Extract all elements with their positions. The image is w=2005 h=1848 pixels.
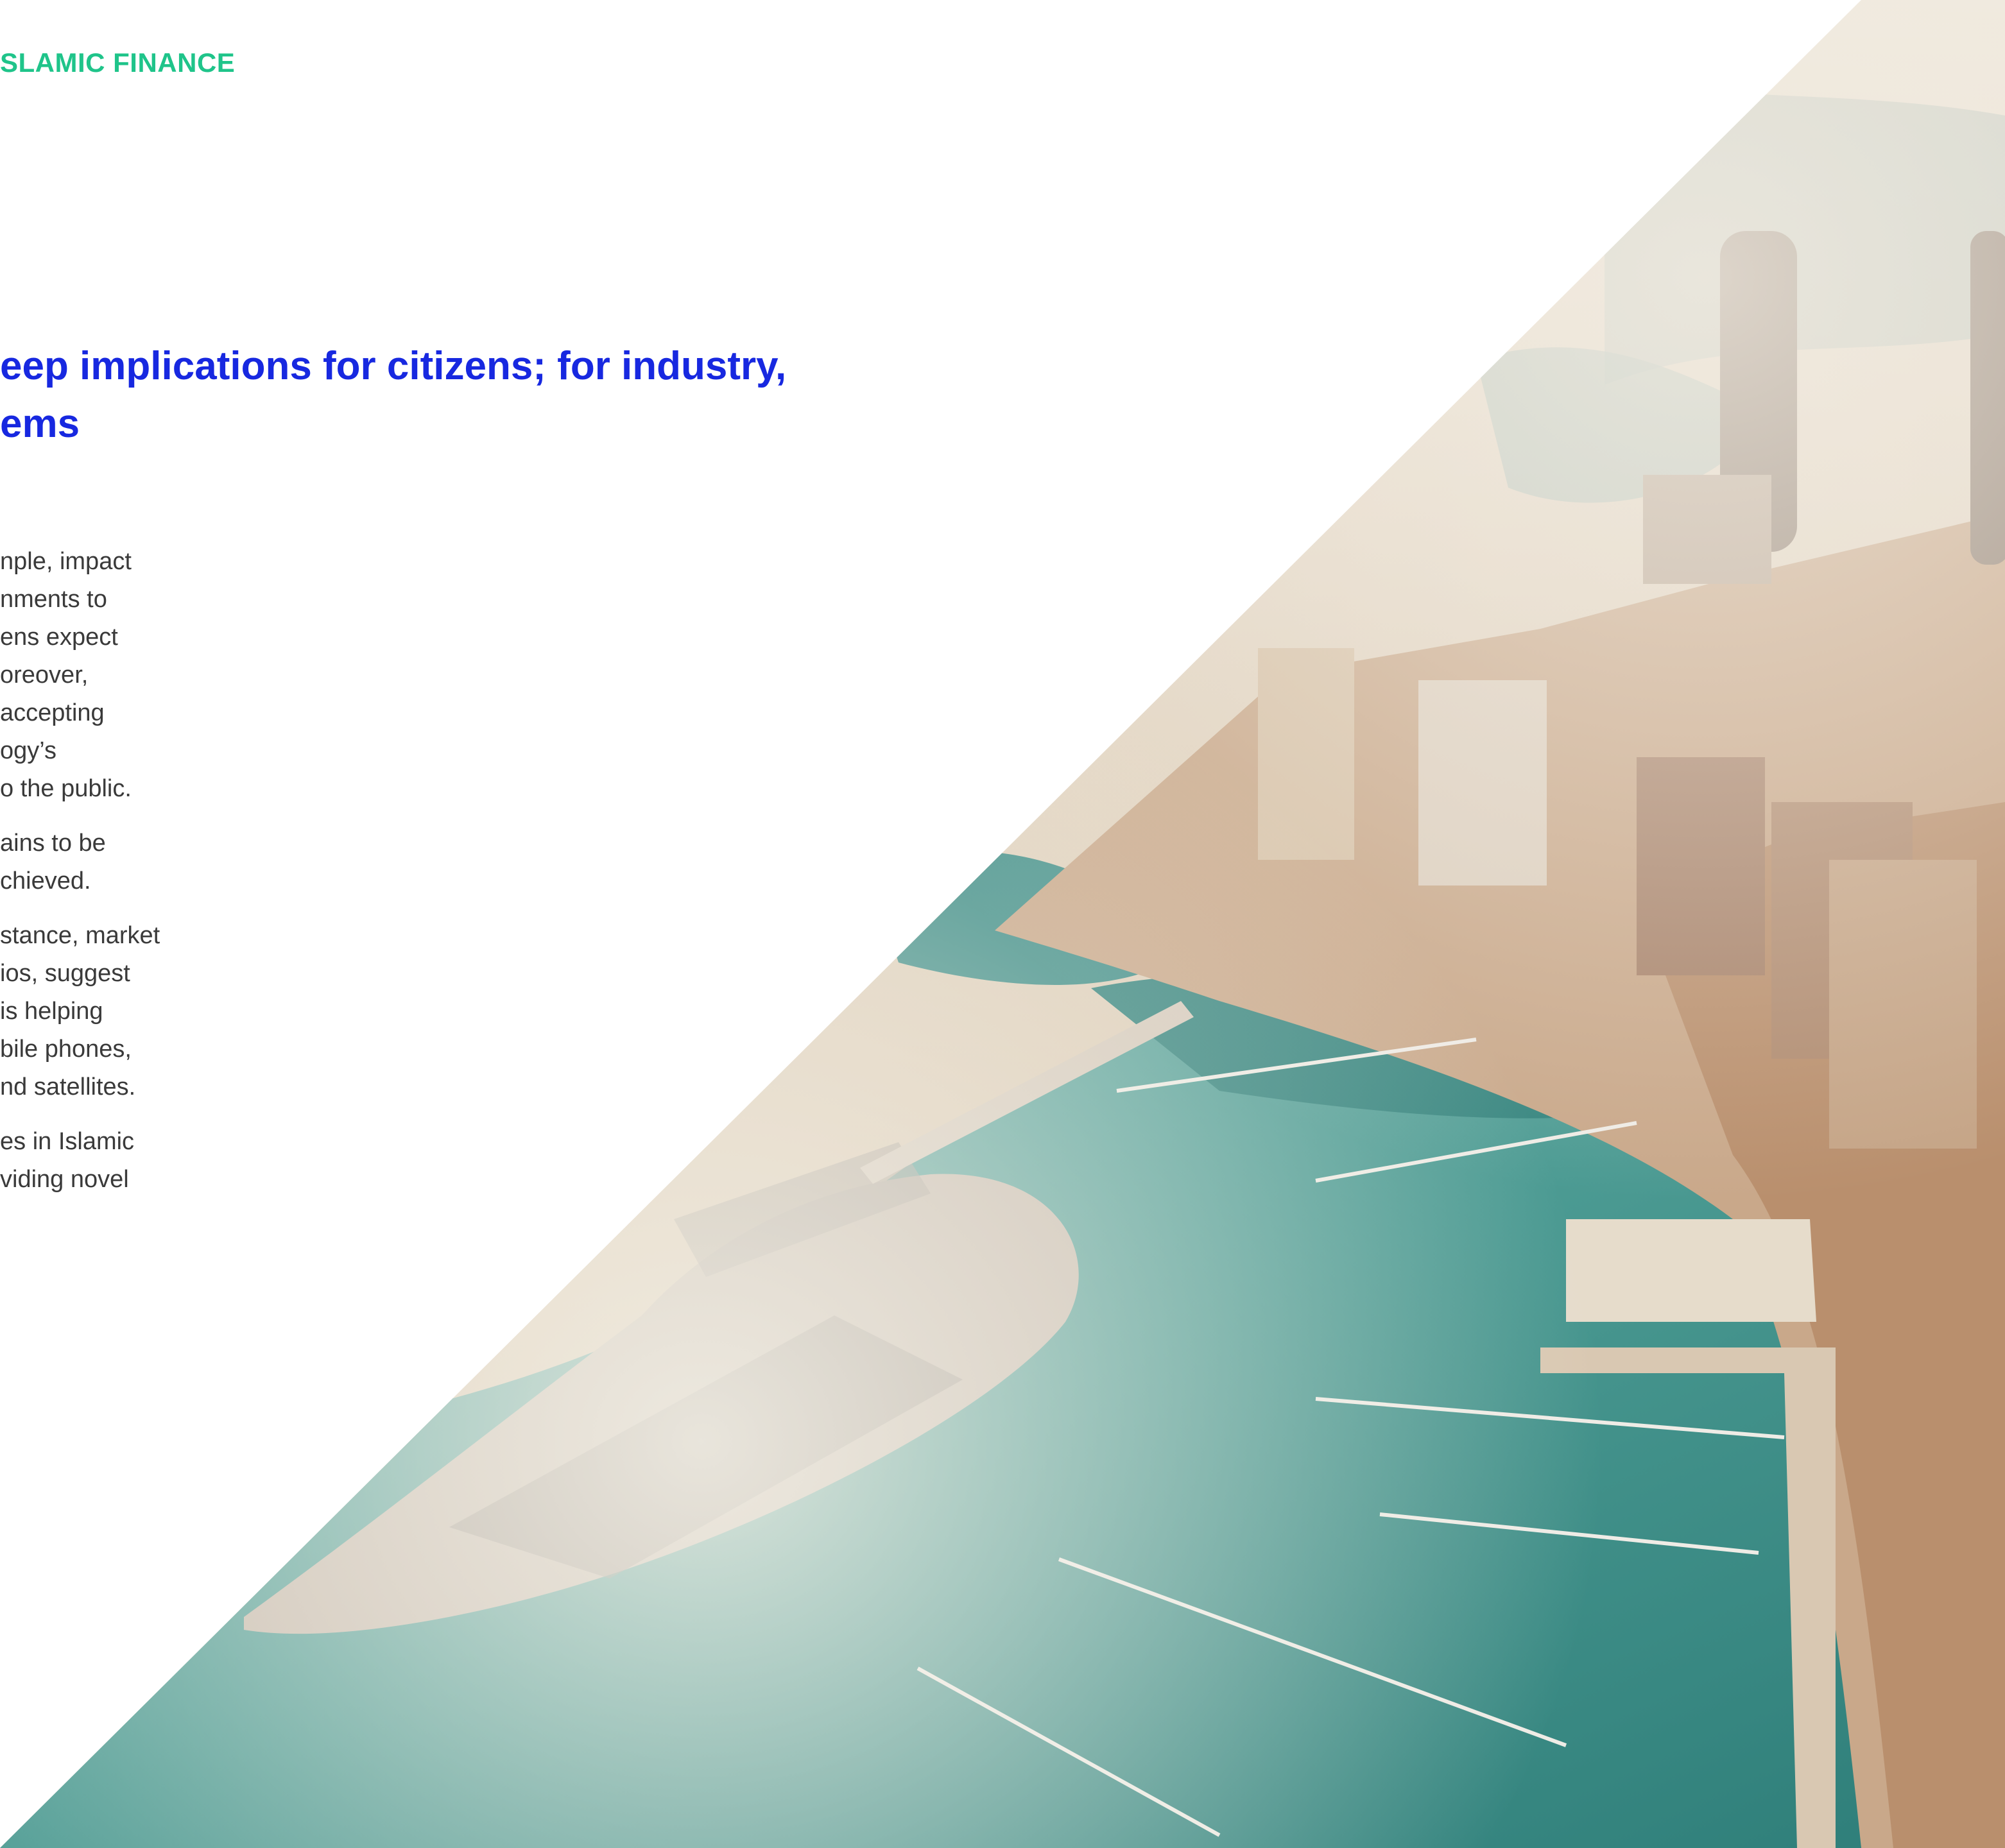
paragraph-3: stance, market ios, suggest is helping b…: [0, 917, 212, 1106]
paragraph-line: ains to be: [0, 830, 106, 857]
aerial-city-photo: [0, 0, 2005, 1848]
section-label: SLAMIC FINANCE: [0, 47, 236, 78]
paragraph-line: oreover,: [0, 662, 89, 689]
body-text: nple, impact nments to ens expect oreove…: [0, 543, 212, 1215]
paragraph-line: es in Islamic: [0, 1128, 135, 1155]
headline-line-1: eep implications for citizens; for indus…: [0, 344, 787, 388]
paragraph-line: bile phones,: [0, 1036, 132, 1063]
paragraph-line: viding novel: [0, 1166, 129, 1193]
paragraph-line: nd satellites.: [0, 1074, 136, 1100]
paragraph-line: ens expect: [0, 624, 118, 651]
paragraph-1: nple, impact nments to ens expect oreove…: [0, 543, 212, 808]
paragraph-line: is helping: [0, 998, 103, 1025]
paragraph-line: ogy’s: [0, 737, 57, 764]
headline-line-2: ems: [0, 402, 80, 446]
paragraph-line: o the public.: [0, 775, 132, 802]
paragraph-4: es in Islamic viding novel: [0, 1123, 212, 1199]
paragraph-line: chieved.: [0, 868, 91, 894]
paragraph-line: nple, impact: [0, 548, 132, 575]
atmospheric-haze: [0, 0, 2005, 1848]
headline: eep implications for citizens; for indus…: [0, 338, 786, 453]
paragraph-line: nments to: [0, 586, 107, 613]
paragraph-line: accepting: [0, 699, 105, 726]
paragraph-2: ains to be chieved.: [0, 825, 212, 900]
paragraph-line: stance, market: [0, 922, 160, 949]
paragraph-line: ios, suggest: [0, 960, 130, 987]
